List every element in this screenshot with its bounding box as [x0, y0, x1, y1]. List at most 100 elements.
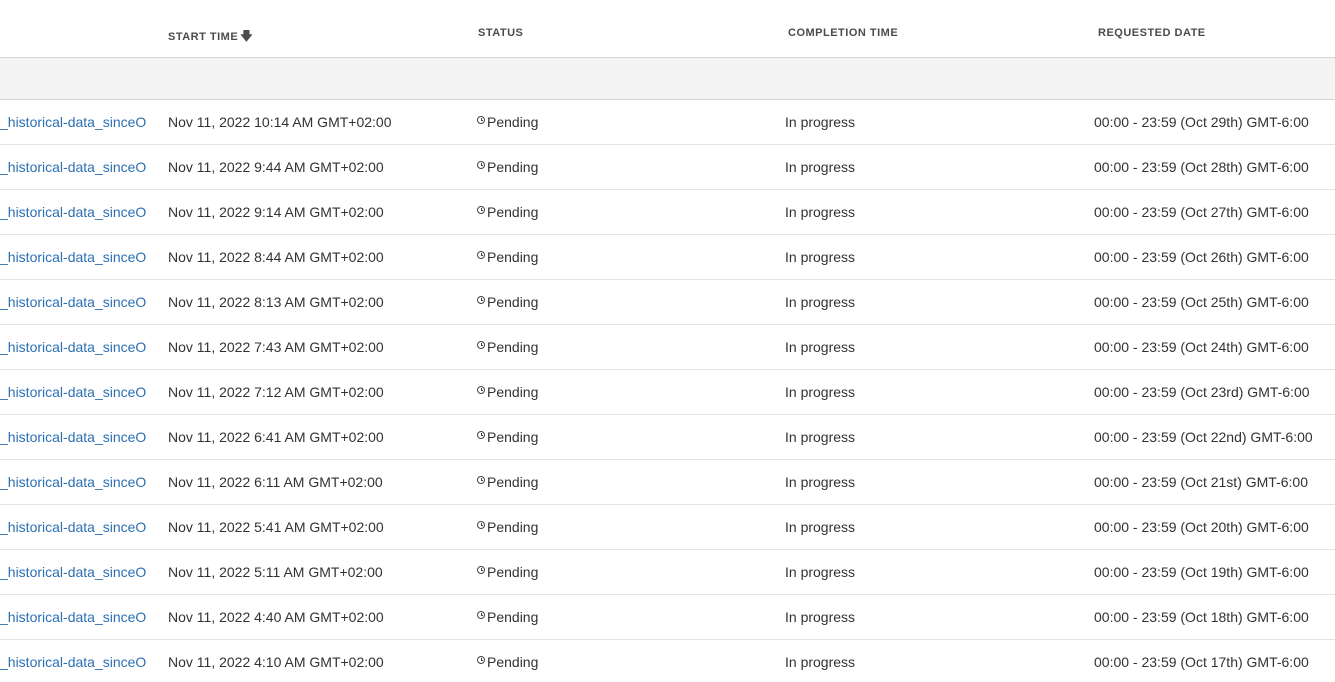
column-header-start-time[interactable]: START TIME 🡇	[168, 27, 253, 48]
clock-icon	[477, 521, 485, 529]
requested-date-cell: 00:00 - 23:59 (Oct 19th) GMT-6:00	[1094, 564, 1309, 580]
status-cell: Pending	[477, 519, 538, 535]
request-name-link[interactable]: _historical-data_sinceO…	[0, 654, 148, 670]
request-name-link[interactable]: _historical-data_sinceO…	[0, 159, 148, 175]
request-name-link[interactable]: _historical-data_sinceO…	[0, 249, 148, 265]
status-label: Pending	[487, 384, 539, 400]
request-name-link[interactable]: _historical-data_sinceO…	[0, 294, 148, 310]
start-time-cell: Nov 11, 2022 9:44 AM GMT+02:00	[168, 159, 384, 175]
completion-time-cell: In progress	[785, 654, 856, 670]
requested-date-cell: 00:00 - 23:59 (Oct 26th) GMT-6:00	[1094, 249, 1309, 265]
table-row[interactable]: _historical-data_sinceO… Nov 11, 2022 7:1…	[0, 370, 1335, 415]
table-row[interactable]: _historical-data_sinceO… Nov 11, 2022 10:…	[0, 100, 1335, 145]
clock-icon	[477, 476, 485, 484]
completion-time-cell: In progress	[785, 429, 856, 445]
completion-time-cell: In progress	[785, 564, 856, 580]
clock-icon	[477, 386, 485, 394]
status-cell: Pending	[477, 609, 538, 625]
request-name-link[interactable]: _historical-data_sinceO…	[0, 429, 148, 445]
table-row[interactable]: _historical-data_sinceO… Nov 11, 2022 6:1…	[0, 460, 1335, 505]
column-header-completion-time[interactable]: COMPLETION TIME	[788, 27, 898, 39]
status-cell: Pending	[477, 339, 538, 355]
completion-time-cell: In progress	[785, 294, 856, 310]
request-name-link[interactable]: _historical-data_sinceO…	[0, 204, 148, 220]
status-cell: Pending	[477, 159, 538, 175]
requested-date-cell: 00:00 - 23:59 (Oct 17th) GMT-6:00	[1094, 654, 1309, 670]
requested-date-cell: 00:00 - 23:59 (Oct 28th) GMT-6:00	[1094, 159, 1309, 175]
table-row[interactable]: _historical-data_sinceO… Nov 11, 2022 5:1…	[0, 550, 1335, 595]
status-label: Pending	[487, 159, 539, 175]
completion-time-cell: In progress	[785, 384, 856, 400]
requested-date-cell: 00:00 - 23:59 (Oct 20th) GMT-6:00	[1094, 519, 1309, 535]
status-label: Pending	[487, 654, 539, 670]
status-label: Pending	[487, 564, 539, 580]
table-row[interactable]: _historical-data_sinceO… Nov 11, 2022 9:4…	[0, 145, 1335, 190]
requested-date-cell: 00:00 - 23:59 (Oct 22nd) GMT-6:00	[1094, 429, 1313, 445]
request-name-link[interactable]: _historical-data_sinceO…	[0, 564, 148, 580]
status-label: Pending	[487, 519, 539, 535]
clock-icon	[477, 341, 485, 349]
status-cell: Pending	[477, 474, 538, 490]
status-cell: Pending	[477, 384, 538, 400]
start-time-cell: Nov 11, 2022 9:14 AM GMT+02:00	[168, 204, 384, 220]
status-label: Pending	[487, 204, 539, 220]
completion-time-cell: In progress	[785, 114, 856, 130]
clock-icon	[477, 296, 485, 304]
start-time-cell: Nov 11, 2022 5:11 AM GMT+02:00	[168, 564, 383, 580]
status-label: Pending	[487, 339, 539, 355]
status-label: Pending	[487, 474, 539, 490]
completion-time-cell: In progress	[785, 519, 856, 535]
start-time-cell: Nov 11, 2022 6:41 AM GMT+02:00	[168, 429, 384, 445]
clock-icon	[477, 656, 485, 664]
table-header: START TIME 🡇 STATUS COMPLETION TIME REQUE…	[0, 0, 1335, 58]
request-name-link[interactable]: _historical-data_sinceO…	[0, 384, 148, 400]
clock-icon	[477, 161, 485, 169]
clock-icon	[477, 206, 485, 214]
requested-date-cell: 00:00 - 23:59 (Oct 18th) GMT-6:00	[1094, 609, 1309, 625]
clock-icon	[477, 611, 485, 619]
status-label: Pending	[487, 249, 539, 265]
status-cell: Pending	[477, 429, 538, 445]
table-row[interactable]: _historical-data_sinceO… Nov 11, 2022 5:4…	[0, 505, 1335, 550]
column-header-status[interactable]: STATUS	[478, 27, 523, 39]
status-cell: Pending	[477, 294, 538, 310]
table-row[interactable]: _historical-data_sinceO… Nov 11, 2022 8:4…	[0, 235, 1335, 280]
start-time-cell: Nov 11, 2022 10:14 AM GMT+02:00	[168, 114, 392, 130]
request-name-link[interactable]: _historical-data_sinceO…	[0, 519, 148, 535]
table-row[interactable]: _historical-data_sinceO… Nov 11, 2022 8:1…	[0, 280, 1335, 325]
start-time-cell: Nov 11, 2022 7:12 AM GMT+02:00	[168, 384, 384, 400]
requested-date-cell: 00:00 - 23:59 (Oct 23rd) GMT-6:00	[1094, 384, 1310, 400]
table-filter-row	[0, 58, 1335, 100]
completion-time-cell: In progress	[785, 249, 856, 265]
status-label: Pending	[487, 429, 539, 445]
clock-icon	[477, 566, 485, 574]
completion-time-cell: In progress	[785, 474, 856, 490]
status-cell: Pending	[477, 654, 538, 670]
arrow-down-icon[interactable]: 🡇	[240, 27, 253, 48]
request-name-link[interactable]: _historical-data_sinceO…	[0, 474, 148, 490]
requested-date-cell: 00:00 - 23:59 (Oct 25th) GMT-6:00	[1094, 294, 1309, 310]
table-row[interactable]: _historical-data_sinceO… Nov 11, 2022 9:1…	[0, 190, 1335, 235]
start-time-cell: Nov 11, 2022 8:13 AM GMT+02:00	[168, 294, 384, 310]
requested-date-cell: 00:00 - 23:59 (Oct 24th) GMT-6:00	[1094, 339, 1309, 355]
clock-icon	[477, 251, 485, 259]
status-label: Pending	[487, 609, 539, 625]
request-name-link[interactable]: _historical-data_sinceO…	[0, 609, 148, 625]
start-time-cell: Nov 11, 2022 8:44 AM GMT+02:00	[168, 249, 384, 265]
status-label: Pending	[487, 114, 539, 130]
status-cell: Pending	[477, 114, 538, 130]
requested-date-cell: 00:00 - 23:59 (Oct 27th) GMT-6:00	[1094, 204, 1309, 220]
request-name-link[interactable]: _historical-data_sinceO…	[0, 114, 148, 130]
request-name-link[interactable]: _historical-data_sinceO…	[0, 339, 148, 355]
table-row[interactable]: _historical-data_sinceO… Nov 11, 2022 7:4…	[0, 325, 1335, 370]
table-row[interactable]: _historical-data_sinceO… Nov 11, 2022 4:1…	[0, 640, 1335, 682]
start-time-cell: Nov 11, 2022 4:40 AM GMT+02:00	[168, 609, 384, 625]
table-body: _historical-data_sinceO… Nov 11, 2022 10:…	[0, 100, 1335, 682]
table-row[interactable]: _historical-data_sinceO… Nov 11, 2022 6:4…	[0, 415, 1335, 460]
column-header-requested-date[interactable]: REQUESTED DATE	[1098, 27, 1206, 39]
completion-time-cell: In progress	[785, 339, 856, 355]
clock-icon	[477, 116, 485, 124]
requests-table: START TIME 🡇 STATUS COMPLETION TIME REQUE…	[0, 0, 1335, 682]
table-row[interactable]: _historical-data_sinceO… Nov 11, 2022 4:4…	[0, 595, 1335, 640]
status-label: Pending	[487, 294, 539, 310]
